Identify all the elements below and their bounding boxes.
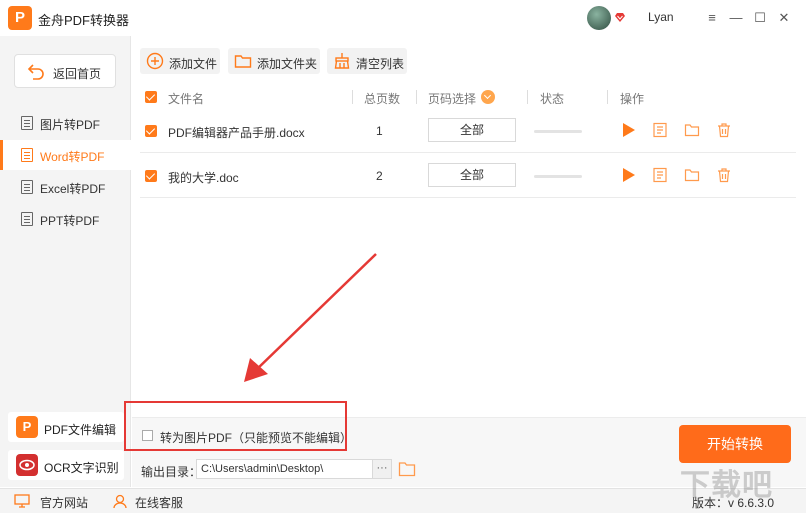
- header-file-name: 文件名: [168, 92, 205, 106]
- row-checkbox[interactable]: [145, 170, 157, 182]
- page-count: 1: [376, 124, 383, 138]
- add-file-icon: [146, 52, 164, 70]
- sidebar-item-word-to-pdf[interactable]: Word转PDF: [0, 140, 131, 170]
- clear-list-label: 清空列表: [356, 57, 405, 71]
- maximize-icon[interactable]: ☐: [750, 8, 770, 28]
- clear-list-button[interactable]: 清空列表: [327, 48, 407, 74]
- sidebar-item-image-to-pdf[interactable]: 图片转PDF: [0, 108, 131, 138]
- pdf-editor-icon: P: [16, 416, 38, 438]
- table-row: 我的大学.doc 2 全部: [140, 154, 796, 198]
- table-header: 文件名 总页数 页码选择 状态 操作: [140, 86, 796, 108]
- sidebar-item-excel-to-pdf[interactable]: Excel转PDF: [0, 172, 131, 202]
- open-folder-icon[interactable]: [684, 122, 700, 138]
- title-bar: P 金舟PDF转换器 Lyan ≡ — ☐ ✕: [0, 0, 806, 36]
- table-row: PDF编辑器产品手册.docx 1 全部: [140, 109, 796, 153]
- header-divider: [416, 90, 417, 104]
- menu-icon[interactable]: ≡: [702, 8, 722, 28]
- online-support-link[interactable]: 在线客服: [135, 494, 183, 511]
- document-preview-icon[interactable]: [652, 167, 668, 183]
- sidebar-item-label: Word转PDF: [40, 150, 105, 164]
- start-convert-button[interactable]: 开始转换: [679, 425, 791, 463]
- delete-trash-icon[interactable]: [716, 122, 732, 138]
- document-icon: [21, 116, 33, 130]
- close-icon[interactable]: ✕: [774, 8, 794, 28]
- official-website-link[interactable]: 官方网站: [40, 494, 88, 511]
- document-icon: [21, 148, 33, 162]
- minimize-icon[interactable]: —: [726, 8, 746, 28]
- sidebar-item-label: PPT转PDF: [40, 214, 100, 228]
- play-icon[interactable]: [620, 167, 636, 183]
- broom-icon: [334, 53, 350, 69]
- pdf-editor-label: PDF文件编辑: [44, 423, 117, 437]
- document-icon: [21, 212, 33, 226]
- app-title: 金舟PDF转换器: [38, 13, 130, 28]
- page-count: 2: [376, 169, 383, 183]
- sidebar: 返回首页 图片转PDF Word转PDF Excel转PDF PPT转PDF P…: [0, 36, 131, 487]
- page-select-field[interactable]: 全部: [428, 163, 516, 187]
- app-logo: P: [8, 6, 32, 30]
- ocr-label: OCR文字识别: [44, 461, 119, 475]
- header-divider: [607, 90, 608, 104]
- header-divider: [527, 90, 528, 104]
- watermark: 下载吧: [680, 469, 773, 502]
- vip-badge-icon: [615, 13, 625, 22]
- open-folder-icon[interactable]: [684, 167, 700, 183]
- select-all-checkbox[interactable]: [145, 91, 157, 103]
- add-file-label: 添加文件: [169, 57, 218, 71]
- sidebar-item-label: Excel转PDF: [40, 182, 106, 196]
- output-dir-label: 输出目录：: [141, 465, 202, 479]
- username[interactable]: Lyan: [648, 10, 674, 24]
- document-icon: [21, 180, 33, 194]
- header-total-pages: 总页数: [364, 92, 401, 106]
- back-arrow-icon: [27, 64, 44, 80]
- status-progress-bar: [534, 130, 582, 133]
- row-checkbox[interactable]: [145, 125, 157, 137]
- add-folder-label: 添加文件夹: [257, 57, 318, 71]
- browse-button[interactable]: ···: [372, 459, 392, 479]
- file-name: PDF编辑器产品手册.docx: [168, 126, 305, 140]
- file-name: 我的大学.doc: [168, 171, 239, 185]
- page-select-field[interactable]: 全部: [428, 118, 516, 142]
- folder-icon: [234, 55, 252, 68]
- open-output-folder-icon[interactable]: [398, 461, 416, 477]
- back-home-button[interactable]: 返回首页: [14, 54, 116, 88]
- ocr-eye-icon: [16, 454, 38, 476]
- header-status: 状态: [540, 92, 565, 106]
- page-select-dropdown-icon[interactable]: [481, 90, 495, 104]
- monitor-icon: [14, 494, 30, 508]
- convert-to-image-label[interactable]: 转为图片PDF（只能预览不能编辑）: [160, 429, 352, 446]
- customer-service-icon: [113, 494, 127, 508]
- header-page-select: 页码选择: [428, 92, 477, 106]
- sidebar-item-label: 图片转PDF: [40, 118, 101, 132]
- delete-trash-icon[interactable]: [716, 167, 732, 183]
- back-home-label: 返回首页: [53, 67, 102, 81]
- ocr-button[interactable]: OCR文字识别: [8, 450, 124, 480]
- annotation-arrow-icon: [244, 253, 377, 382]
- output-dir-input[interactable]: [196, 459, 373, 479]
- convert-to-image-checkbox[interactable]: [142, 430, 153, 441]
- header-divider: [352, 90, 353, 104]
- sidebar-item-ppt-to-pdf[interactable]: PPT转PDF: [0, 204, 131, 234]
- document-preview-icon[interactable]: [652, 122, 668, 138]
- pdf-editor-button[interactable]: P PDF文件编辑: [8, 412, 124, 442]
- play-icon[interactable]: [620, 122, 636, 138]
- status-progress-bar: [534, 175, 582, 178]
- add-folder-button[interactable]: 添加文件夹: [228, 48, 320, 74]
- add-file-button[interactable]: 添加文件: [140, 48, 220, 74]
- avatar[interactable]: [587, 6, 611, 30]
- header-actions: 操作: [620, 92, 645, 106]
